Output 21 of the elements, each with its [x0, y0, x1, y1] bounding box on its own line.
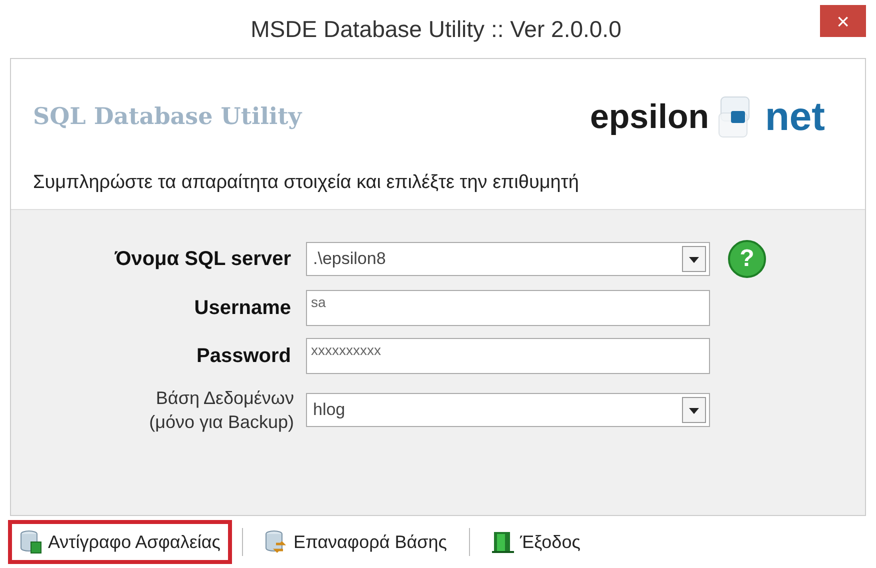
text-field[interactable]: xxxxxxxxxx	[306, 338, 710, 374]
close-button[interactable]: ×	[820, 5, 866, 37]
door-icon	[492, 531, 514, 553]
field-label: Βάση Δεδομένων (μόνο για Backup)	[148, 387, 294, 434]
field-label: Username	[193, 296, 292, 321]
database-icon	[20, 530, 42, 554]
logo: epsilon net	[590, 94, 825, 141]
toolbar-button[interactable]: Επαναφορά Βάσης	[253, 520, 459, 564]
text-field[interactable]: sa	[306, 290, 710, 326]
dropdown-icon	[682, 397, 706, 423]
dropdown-icon	[682, 246, 706, 272]
field-label: Password	[196, 344, 292, 369]
combo-box[interactable]: .\epsilon8	[306, 242, 710, 276]
header-title: SQL Database Utility	[33, 102, 302, 132]
combo-box[interactable]: hlog	[306, 393, 710, 427]
database-icon	[265, 530, 288, 554]
toolbar-button[interactable]: Αντίγραφο Ασφαλείας	[8, 520, 232, 564]
instructions-text: Συμπληρώστε τα απαραίτητα στοιχεία και επιλέξτε την επιθυμητή	[33, 171, 580, 195]
field-label: Όνομα SQL server	[114, 247, 292, 272]
toolbar-button[interactable]: Έξοδος	[480, 520, 592, 564]
window-title: MSDE Database Utility :: Ver 2.0.0.0	[250, 14, 622, 44]
